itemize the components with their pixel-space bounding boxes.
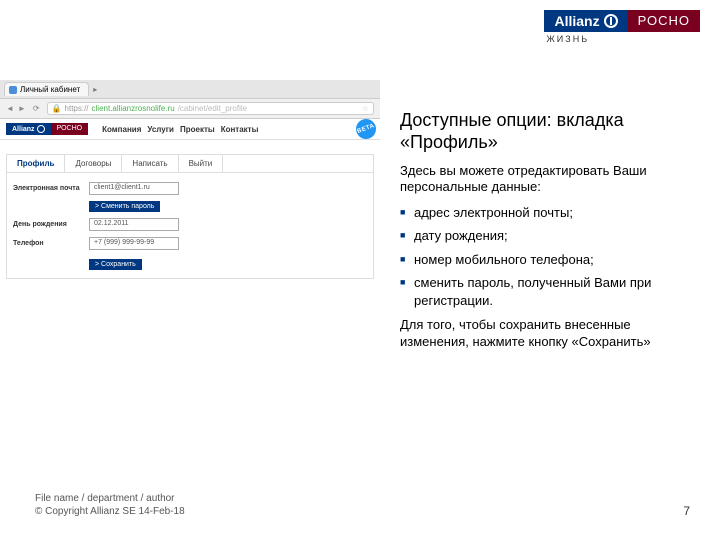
brand-logo: Allianz РОСНО жизнь bbox=[544, 10, 700, 44]
dob-field[interactable]: 02.12.2011 bbox=[89, 218, 179, 231]
page-number: 7 bbox=[683, 504, 690, 518]
bullet-dob: дату рождения; bbox=[400, 227, 700, 245]
slide-intro: Здесь вы можете отредактировать Ваши пер… bbox=[400, 163, 700, 196]
brand-subtext: жизнь bbox=[544, 34, 589, 44]
slide-title: Доступные опции: вкладка «Профиль» bbox=[400, 110, 700, 153]
reload-icon[interactable]: ⟳ bbox=[30, 104, 43, 113]
address-bar: ◄ ► ⟳ 🔒 https://client.allianzrosnolife.… bbox=[0, 98, 380, 119]
tab-write[interactable]: Написать bbox=[122, 155, 178, 172]
site-header: Allianz РОСНО Компания Услуги Проекты Ко… bbox=[0, 119, 380, 140]
nav-company[interactable]: Компания bbox=[102, 125, 141, 134]
tab-profile[interactable]: Профиль bbox=[7, 155, 65, 172]
beta-badge: BETA bbox=[353, 116, 379, 142]
nav-projects[interactable]: Проекты bbox=[180, 125, 215, 134]
label-phone: Телефон bbox=[13, 240, 83, 247]
allianz-ring-icon bbox=[604, 14, 618, 28]
phone-field[interactable]: +7 (999) 999-99-99 bbox=[89, 237, 179, 250]
nav-services[interactable]: Услуги bbox=[147, 125, 174, 134]
forward-icon[interactable]: ► bbox=[18, 104, 26, 113]
tab-contracts[interactable]: Договоры bbox=[65, 155, 122, 172]
site-logo[interactable]: Allianz РОСНО bbox=[6, 123, 88, 135]
browser-tab-strip: Личный кабинет ▸ bbox=[0, 80, 380, 98]
tab-title: Личный кабинет bbox=[20, 85, 80, 94]
browser-tab[interactable]: Личный кабинет bbox=[4, 82, 89, 96]
slide-footer: File name / department / author © Copyri… bbox=[35, 492, 185, 518]
slide-text: Доступные опции: вкладка «Профиль» Здесь… bbox=[400, 110, 700, 358]
bookmark-star-icon[interactable]: ☆ bbox=[362, 104, 369, 113]
allianz-text: Allianz bbox=[554, 13, 599, 29]
new-tab-icon[interactable]: ▸ bbox=[93, 85, 97, 94]
site-tabs: Профиль Договоры Написать Выйти bbox=[7, 155, 373, 173]
bullet-email: адрес электронной почты; bbox=[400, 204, 700, 222]
bullet-password: сменить пароль, полученный Вами при реги… bbox=[400, 274, 700, 309]
allianz-logo: Allianz bbox=[544, 10, 627, 32]
bullet-phone: номер мобильного телефона; bbox=[400, 251, 700, 269]
url-field[interactable]: 🔒 https://client.allianzrosnolife.ru/cab… bbox=[47, 102, 374, 115]
url-host: client.allianzrosnolife.ru bbox=[92, 104, 175, 113]
label-dob: День рождения bbox=[13, 221, 83, 228]
slide-outro: Для того, чтобы сохранить внесенные изме… bbox=[400, 317, 700, 350]
email-field[interactable]: client1@client1.ru bbox=[89, 182, 179, 195]
change-password-button[interactable]: > Сменить пароль bbox=[89, 201, 160, 212]
favicon-icon bbox=[9, 86, 17, 94]
label-email: Электронная почта bbox=[13, 185, 83, 192]
tab-logout[interactable]: Выйти bbox=[179, 155, 224, 172]
footer-filename: File name / department / author bbox=[35, 492, 185, 505]
allianz-ring-icon bbox=[37, 125, 45, 133]
rosno-logo: РОСНО bbox=[628, 10, 700, 32]
footer-copyright: © Copyright Allianz SE 14-Feb-18 bbox=[35, 505, 185, 518]
lock-icon: 🔒 bbox=[52, 104, 62, 113]
url-path: /cabinet/edit_profile bbox=[178, 104, 247, 113]
nav-contacts[interactable]: Контакты bbox=[221, 125, 259, 134]
back-icon[interactable]: ◄ bbox=[6, 104, 14, 113]
save-button[interactable]: > Сохранить bbox=[89, 259, 142, 270]
browser-screenshot: Личный кабинет ▸ ◄ ► ⟳ 🔒 https://client.… bbox=[0, 80, 380, 289]
profile-form: Электронная почта client1@client1.ru > С… bbox=[7, 173, 373, 278]
